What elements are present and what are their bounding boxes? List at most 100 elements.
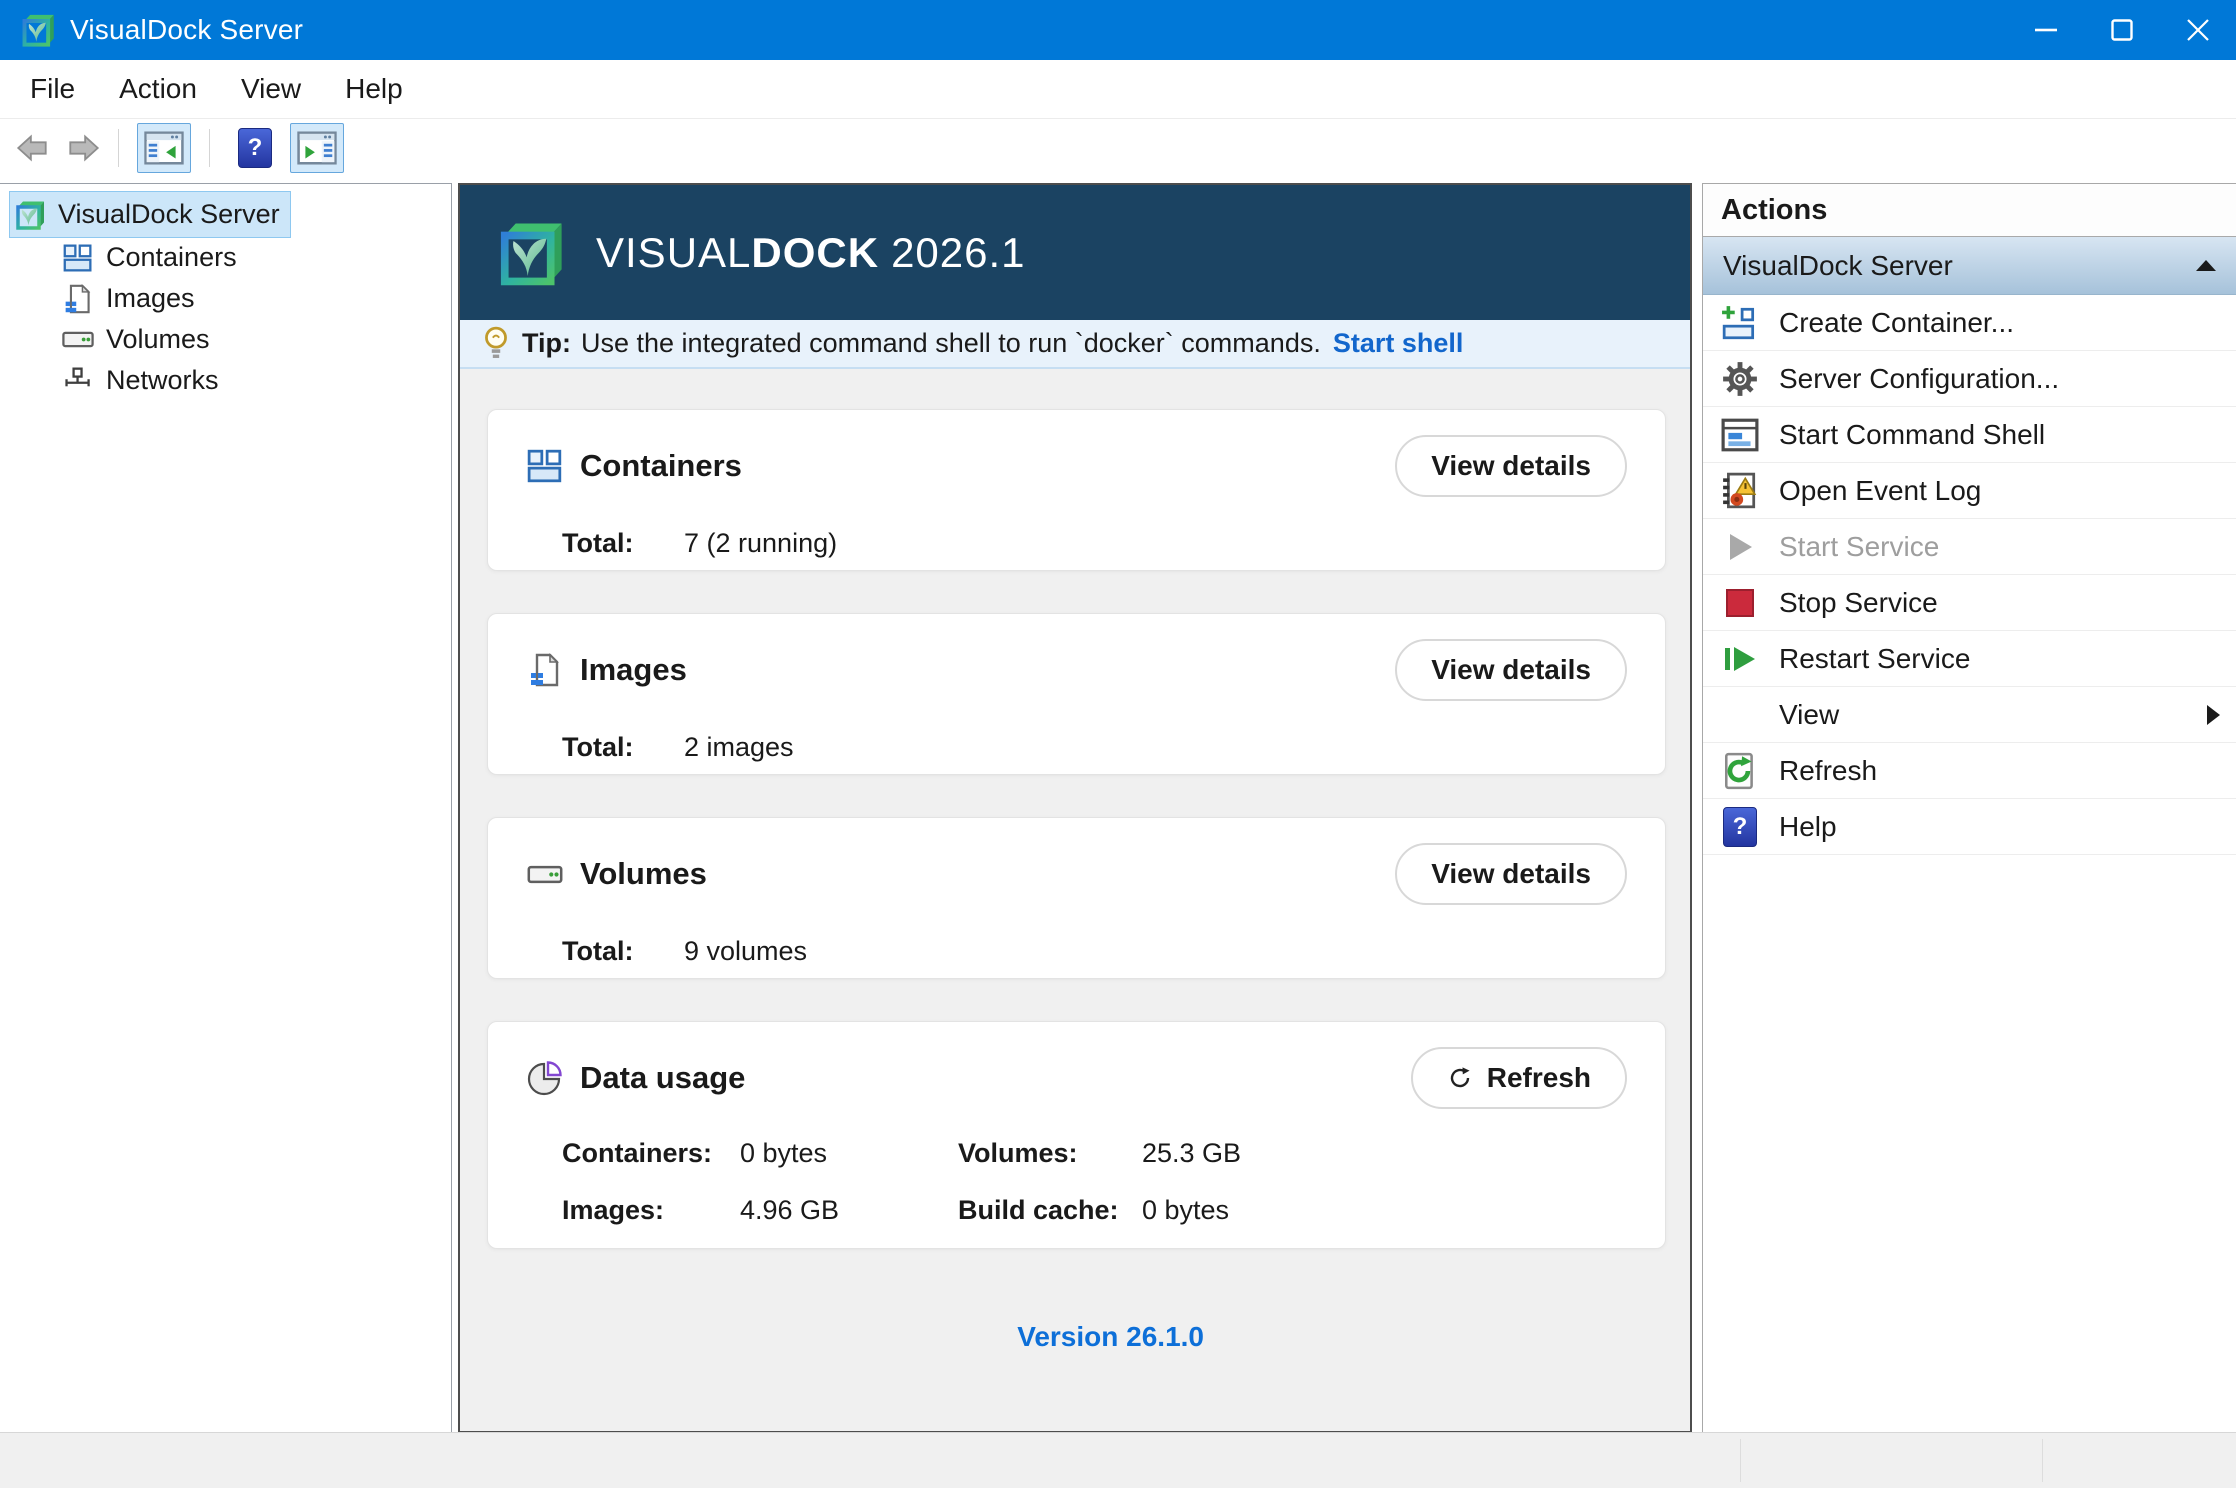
du-label: Images: <box>562 1195 740 1226</box>
minimize-icon <box>2035 28 2057 32</box>
console-tree-toggle-icon <box>144 131 184 165</box>
command-shell-icon <box>1717 412 1763 458</box>
close-button[interactable] <box>2160 0 2236 60</box>
start-play-icon <box>1717 524 1763 570</box>
action-start-command-shell[interactable]: Start Command Shell <box>1703 407 2236 463</box>
tree-item-networks[interactable]: Networks <box>62 360 451 401</box>
console-tree-panel: VisualDock Server Containers Images Volu… <box>0 183 452 1433</box>
menu-help[interactable]: Help <box>323 65 425 113</box>
menu-file[interactable]: File <box>8 65 97 113</box>
tip-label: Tip: <box>522 328 571 359</box>
maximize-button[interactable] <box>2084 0 2160 60</box>
tree-item-images[interactable]: Images <box>62 278 451 319</box>
toolbar: ? <box>0 118 2236 177</box>
app-logo-icon <box>20 12 56 48</box>
titlebar: VisualDock Server <box>0 0 2236 60</box>
tip-banner: Tip: Use the integrated command shell to… <box>460 320 1690 369</box>
app-logo-icon <box>496 218 566 288</box>
brand-wordmark: VISUALDOCK2026.1 <box>596 229 1026 277</box>
back-button[interactable] <box>12 132 52 164</box>
action-stop-service[interactable]: Stop Service <box>1703 575 2236 631</box>
action-start-service[interactable]: Start Service <box>1703 519 2236 575</box>
tree-item-volumes[interactable]: Volumes <box>62 319 451 360</box>
du-label: Containers: <box>562 1138 740 1169</box>
menu-bar: File Action View Help <box>0 60 2236 118</box>
action-restart-service[interactable]: Restart Service <box>1703 631 2236 687</box>
help-icon: ? <box>1723 807 1757 847</box>
volumes-icon <box>526 855 564 893</box>
forward-button[interactable] <box>64 132 104 164</box>
start-shell-link[interactable]: Start shell <box>1333 328 1464 359</box>
data-usage-refresh-button[interactable]: Refresh <box>1411 1047 1627 1109</box>
window-title: VisualDock Server <box>70 14 303 46</box>
help-icon: ? <box>238 128 272 168</box>
status-bar <box>0 1432 2236 1488</box>
workspace: VisualDock Server Containers Images Volu… <box>0 176 2236 1433</box>
toolbar-separator <box>118 129 119 167</box>
results-panel: VISUALDOCK2026.1 Tip: Use the integrated… <box>458 183 1692 1433</box>
card-title: Images <box>580 652 687 688</box>
images-view-details-button[interactable]: View details <box>1395 639 1627 701</box>
images-icon <box>62 283 94 315</box>
menu-view[interactable]: View <box>219 65 323 113</box>
refresh-arrows-icon <box>1447 1065 1473 1091</box>
create-container-icon <box>1717 300 1763 346</box>
gear-icon <box>1717 356 1763 402</box>
lightbulb-icon <box>482 326 510 362</box>
status-bar-divider <box>1740 1439 1741 1482</box>
forward-icon <box>64 132 104 164</box>
data-usage-grid: Containers: 0 bytes Volumes: 25.3 GB Ima… <box>562 1138 1627 1226</box>
toolbar-separator <box>209 129 210 167</box>
action-open-event-log[interactable]: Open Event Log <box>1703 463 2236 519</box>
minimize-button[interactable] <box>2008 0 2084 60</box>
tree-item-containers[interactable]: Containers <box>62 237 451 278</box>
back-icon <box>12 132 52 164</box>
toolbar-help-button[interactable]: ? <box>228 123 282 173</box>
app-logo-icon <box>14 199 46 231</box>
card-title: Data usage <box>580 1060 745 1096</box>
show-console-tree-button[interactable] <box>137 123 191 173</box>
actions-pane-title: Actions <box>1703 184 2236 237</box>
action-view[interactable]: View <box>1703 687 2236 743</box>
card-title: Volumes <box>580 856 707 892</box>
event-log-icon <box>1717 468 1763 514</box>
menu-action[interactable]: Action <box>97 65 219 113</box>
containers-card: Containers View details Total:7 (2 runni… <box>487 409 1666 571</box>
card-title: Containers <box>580 448 742 484</box>
close-icon <box>2186 18 2210 42</box>
networks-icon <box>62 365 94 397</box>
action-help[interactable]: ? Help <box>1703 799 2236 855</box>
pie-chart-icon <box>526 1059 564 1097</box>
data-usage-card: Data usage Refresh Containers: 0 bytes V… <box>487 1021 1666 1249</box>
containers-view-details-button[interactable]: View details <box>1395 435 1627 497</box>
restart-icon <box>1717 636 1763 682</box>
version-label: Version 26.1.0 <box>1017 1321 1204 1353</box>
action-refresh[interactable]: Refresh <box>1703 743 2236 799</box>
images-icon <box>526 651 564 689</box>
blank-icon <box>1717 692 1763 738</box>
volumes-card: Volumes View details Total:9 volumes <box>487 817 1666 979</box>
images-card: Images View details Total:2 images <box>487 613 1666 775</box>
maximize-icon <box>2111 19 2133 41</box>
du-value: 0 bytes <box>740 1138 958 1169</box>
images-total: Total:2 images <box>562 732 1627 763</box>
tip-text: Use the integrated command shell to run … <box>581 328 1321 359</box>
show-action-pane-button[interactable] <box>290 123 344 173</box>
du-label: Build cache: <box>958 1195 1142 1226</box>
volumes-view-details-button[interactable]: View details <box>1395 843 1627 905</box>
action-server-configuration[interactable]: Server Configuration... <box>1703 351 2236 407</box>
containers-icon <box>62 242 94 274</box>
stop-square-icon <box>1717 580 1763 626</box>
action-create-container[interactable]: Create Container... <box>1703 295 2236 351</box>
summary-cards: Containers View details Total:7 (2 runni… <box>460 369 1690 1249</box>
du-value: 25.3 GB <box>1142 1138 1627 1169</box>
action-pane-toggle-icon <box>297 131 337 165</box>
containers-icon <box>526 447 564 485</box>
actions-group-header[interactable]: VisualDock Server <box>1703 237 2236 295</box>
du-value: 0 bytes <box>1142 1195 1627 1226</box>
chevron-up-icon <box>2196 260 2216 272</box>
tree-item-visualdock-server[interactable]: VisualDock Server <box>10 192 290 237</box>
du-value: 4.96 GB <box>740 1195 958 1226</box>
du-label: Volumes: <box>958 1138 1142 1169</box>
brand-banner: VISUALDOCK2026.1 <box>460 185 1690 320</box>
